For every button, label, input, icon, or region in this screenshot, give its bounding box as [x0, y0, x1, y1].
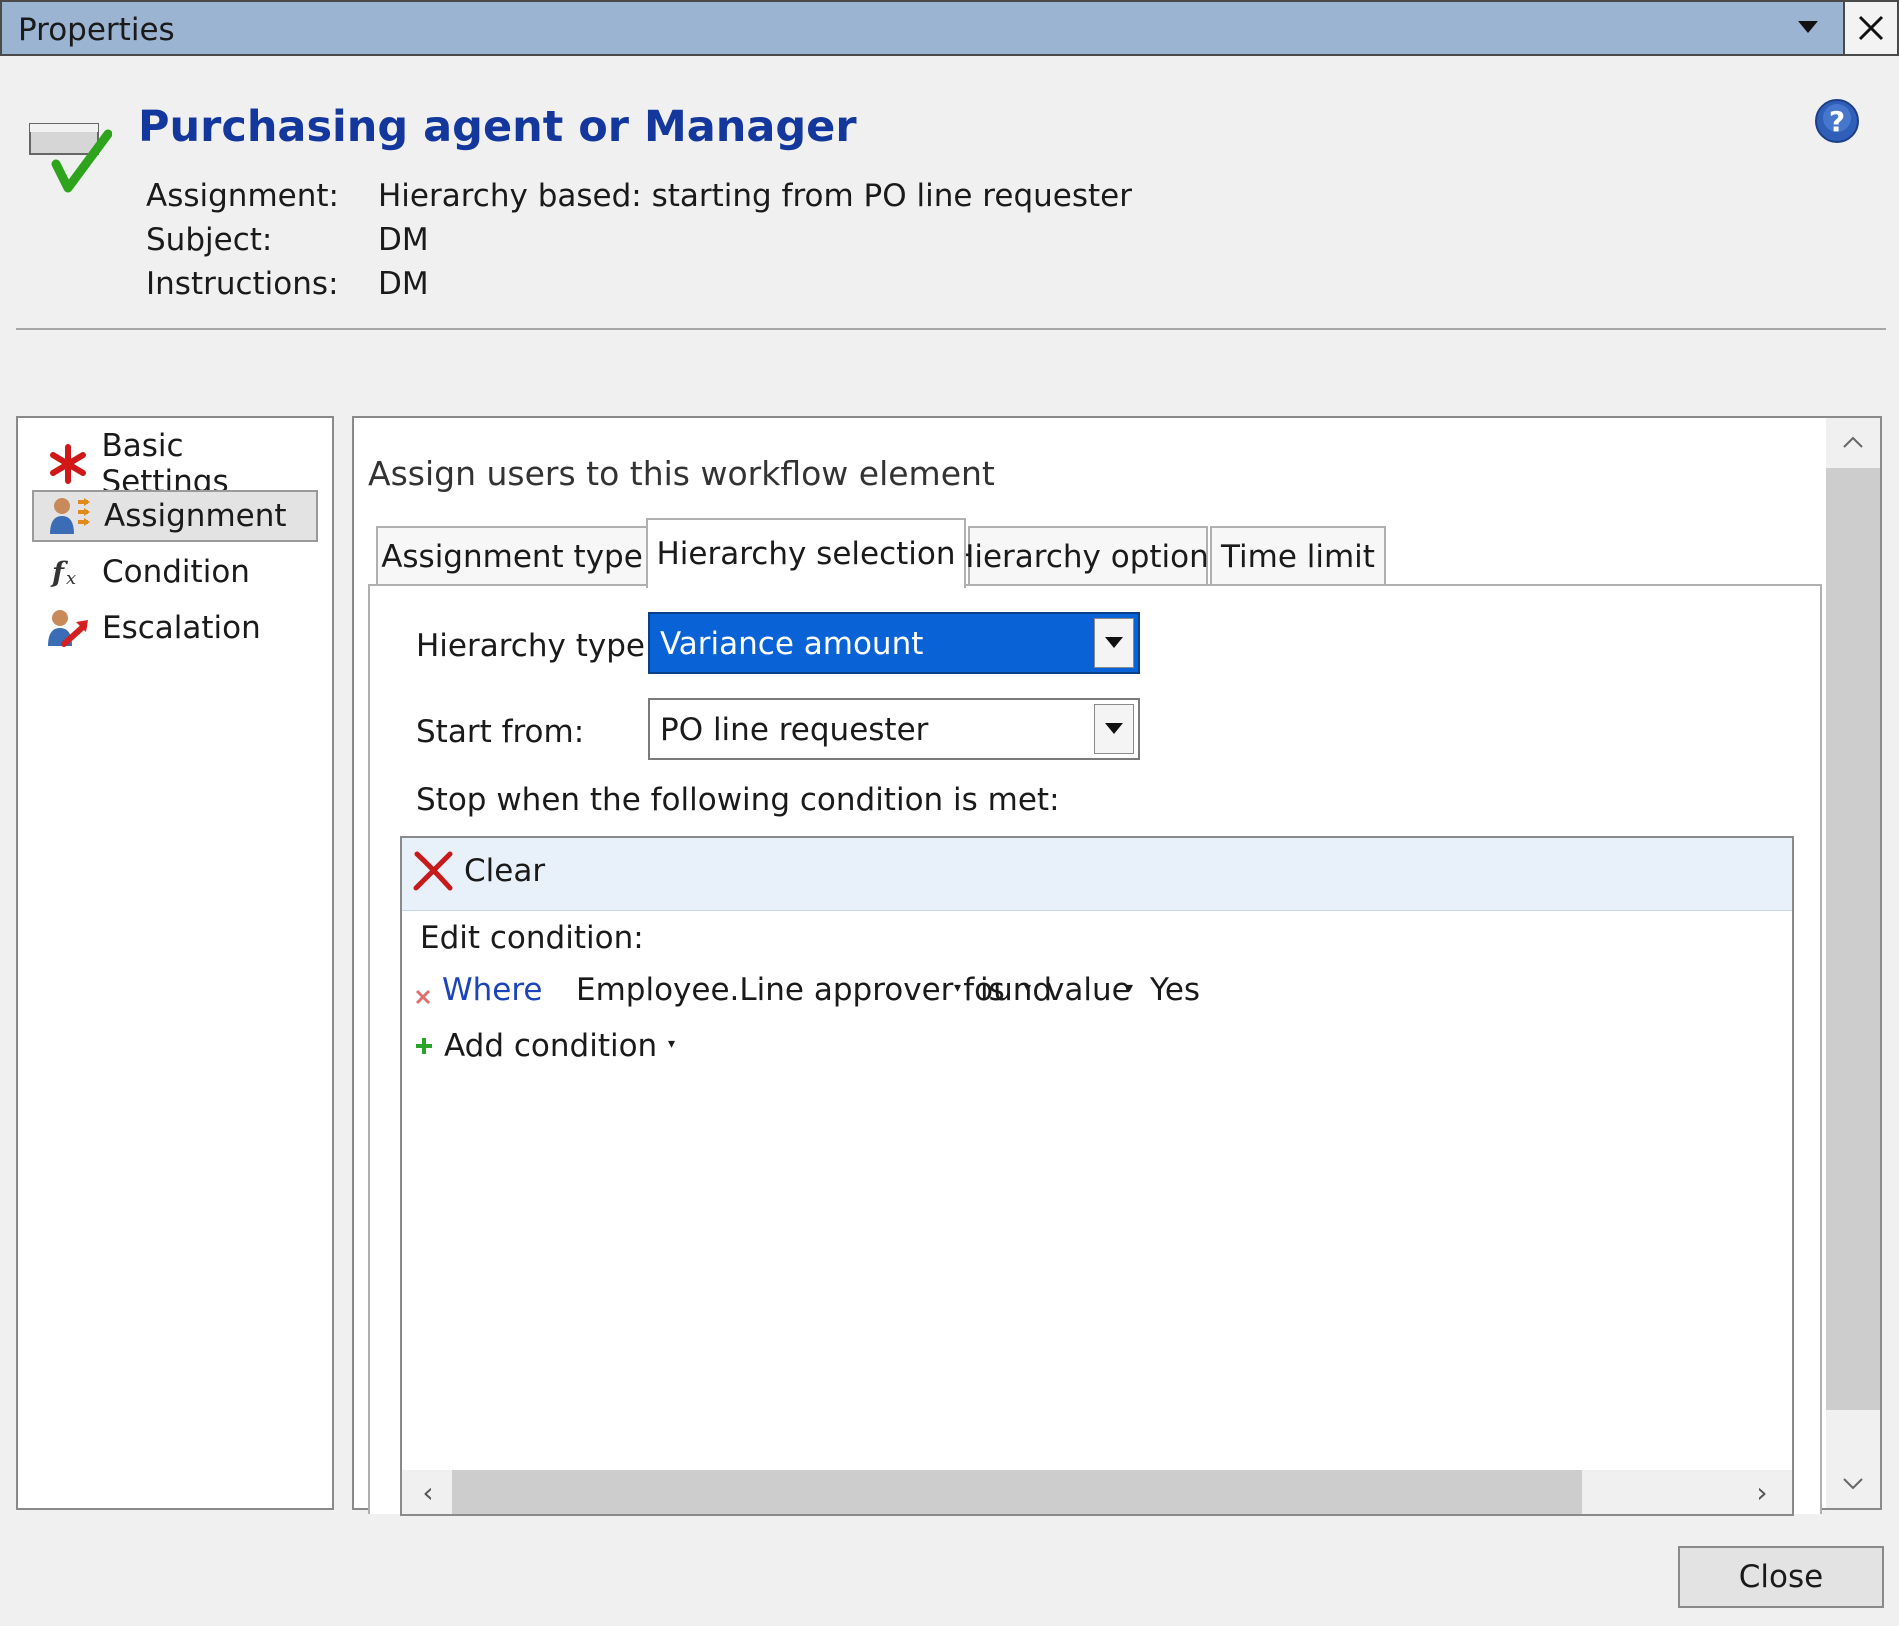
window-title: Properties — [18, 12, 175, 48]
title-bar: Properties — [0, 0, 1899, 56]
info-label: Subject: — [146, 222, 273, 258]
condition-editor: Clear Edit condition: Where Employee.Lin… — [400, 836, 1794, 1516]
nav-item-basic-settings[interactable]: Basic Settings — [32, 428, 318, 500]
assignment-panel: Assign users to this workflow element As… — [352, 416, 1882, 1516]
tab-label: Assignment type — [381, 539, 643, 575]
horizontal-scroll-thumb[interactable] — [452, 1470, 1582, 1514]
nav-label: Condition — [102, 554, 250, 590]
header-divider — [16, 328, 1886, 330]
tab-label: Hierarchy selection — [656, 536, 956, 572]
hierarchy-selection-content: Hierarchy type: Variance amount Start fr… — [368, 584, 1822, 1516]
info-value: DM — [378, 222, 429, 258]
select-value: PO line requester — [660, 712, 929, 748]
nav-label: Assignment — [104, 498, 287, 534]
horizontal-scrollbar[interactable]: ‹ › — [402, 1470, 1792, 1514]
nav-item-escalation[interactable]: Escalation — [32, 602, 318, 654]
user-escalation-icon — [44, 606, 92, 650]
operator-dropdown-icon[interactable]: ▾ — [1024, 980, 1031, 996]
condition-operator[interactable]: is — [980, 972, 1005, 1008]
edit-condition-label: Edit condition: — [420, 920, 644, 956]
red-asterisk-icon — [44, 442, 91, 486]
window-menu-button[interactable] — [1779, 2, 1837, 54]
window-close-button[interactable] — [1843, 2, 1897, 54]
tab-time-limit[interactable]: Time limit — [1210, 526, 1386, 586]
vertical-scrollbar[interactable] — [1826, 418, 1880, 1508]
scroll-left-icon[interactable]: ‹ — [406, 1470, 450, 1514]
red-x-icon — [413, 851, 453, 891]
close-icon — [1858, 15, 1884, 41]
users-assignment-icon — [46, 494, 94, 538]
scroll-up-icon[interactable] — [1826, 418, 1880, 466]
condition-row: Where Employee.Line approver found ▾ is … — [414, 972, 1774, 1016]
info-value: Hierarchy based: starting from PO line r… — [378, 178, 1132, 214]
dropdown-arrow-icon[interactable] — [1094, 618, 1134, 668]
info-value: DM — [378, 266, 429, 302]
element-title: Purchasing agent or Manager — [138, 102, 857, 152]
tab-label: Hierarchy options — [951, 539, 1225, 575]
select-value: Variance amount — [660, 626, 924, 662]
panel-heading: Assign users to this workflow element — [368, 454, 995, 493]
hierarchy-type-select[interactable]: Variance amount — [648, 612, 1140, 674]
condition-toolbar: Clear — [402, 838, 1792, 911]
tab-assignment-type[interactable]: Assignment type — [376, 526, 648, 586]
info-label: Assignment: — [146, 178, 339, 214]
nav-item-condition[interactable]: fx Condition — [32, 546, 318, 598]
tab-hierarchy-selection[interactable]: Hierarchy selection — [646, 518, 966, 588]
function-fx-icon: fx — [44, 550, 92, 594]
start-from-label: Start from: — [416, 714, 585, 750]
scroll-right-icon[interactable]: › — [1740, 1470, 1784, 1514]
where-link[interactable]: Where — [442, 972, 543, 1008]
triangle-down-icon — [1798, 21, 1818, 33]
add-condition-label: Add condition — [444, 1028, 658, 1064]
dropdown-arrow-icon[interactable] — [1094, 704, 1134, 754]
svg-text:x: x — [66, 568, 76, 589]
clear-button[interactable]: Clear — [412, 850, 545, 892]
green-plus-icon — [416, 1038, 432, 1054]
nav-item-assignment[interactable]: Assignment — [32, 490, 318, 542]
workflow-element-icon — [28, 118, 113, 200]
nav-label: Escalation — [102, 610, 261, 646]
start-from-select[interactable]: PO line requester — [648, 698, 1140, 760]
add-condition-dropdown-icon[interactable]: ▾ — [668, 1036, 675, 1052]
clear-label: Clear — [464, 853, 546, 889]
scroll-down-icon[interactable] — [1826, 1460, 1880, 1508]
value-type-dropdown-icon[interactable]: ▾ — [1126, 980, 1133, 996]
field-dropdown-icon[interactable]: ▾ — [954, 980, 961, 996]
help-icon[interactable]: ? — [1814, 98, 1860, 148]
settings-nav: Basic Settings Assignment fx Condition E… — [16, 416, 334, 1510]
hierarchy-type-label: Hierarchy type: — [416, 628, 656, 664]
condition-value[interactable]: Yes — [1150, 972, 1200, 1008]
condition-value-type[interactable]: value — [1046, 972, 1131, 1008]
vertical-scroll-thumb[interactable] — [1826, 468, 1880, 1410]
close-button[interactable]: Close — [1678, 1546, 1884, 1608]
tab-label: Time limit — [1221, 539, 1375, 575]
tab-hierarchy-options[interactable]: Hierarchy options — [951, 526, 1225, 586]
info-label: Instructions: — [146, 266, 339, 302]
stop-condition-label: Stop when the following condition is met… — [416, 782, 1060, 818]
svg-text:?: ? — [1829, 105, 1845, 138]
remove-condition-icon[interactable] — [414, 978, 432, 1014]
